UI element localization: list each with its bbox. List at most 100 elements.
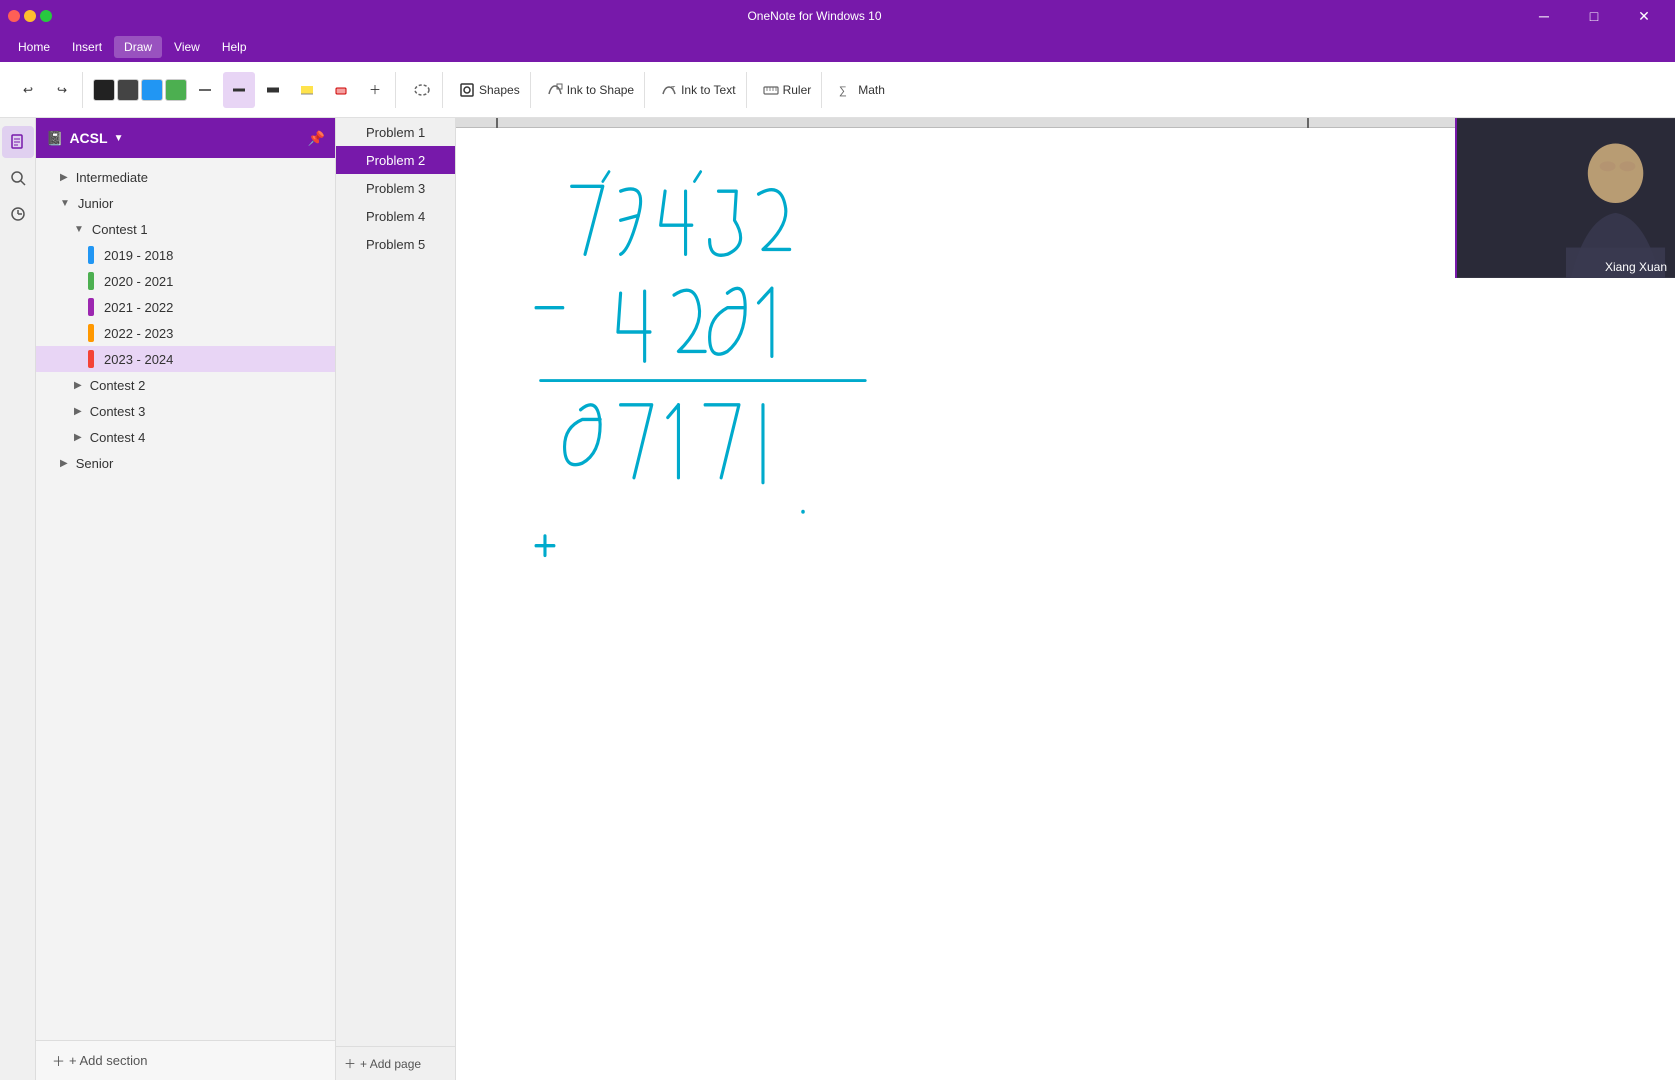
webcam-overlay: Xiang Xuan bbox=[1455, 118, 1675, 278]
section-junior[interactable]: ▼ Junior bbox=[36, 190, 336, 216]
page-label: Problem 4 bbox=[366, 209, 425, 224]
ruler-handle-left[interactable] bbox=[496, 118, 498, 128]
add-page-icon: ＋ bbox=[344, 1055, 356, 1072]
highlighter-button[interactable] bbox=[291, 72, 323, 108]
sidebar-icon-recent[interactable] bbox=[2, 198, 34, 230]
ink-to-shape-button[interactable]: Ink to Shape bbox=[541, 72, 640, 108]
color-swatch-green[interactable] bbox=[165, 79, 187, 101]
color-swatch-blue[interactable] bbox=[141, 79, 163, 101]
search-icon bbox=[9, 169, 27, 187]
toolbar-undo-group: ↩ ↪ bbox=[8, 72, 83, 108]
pen-thick-button[interactable] bbox=[257, 72, 289, 108]
menu-help[interactable]: Help bbox=[212, 36, 257, 58]
sidebar-pin-icon[interactable]: 📌 bbox=[308, 130, 325, 147]
ruler-button[interactable]: Ruler bbox=[757, 72, 818, 108]
year-label: 2023 - 2024 bbox=[104, 352, 173, 367]
undo-button[interactable]: ↩ bbox=[12, 72, 44, 108]
pen-medium-button[interactable] bbox=[223, 72, 255, 108]
year-2020[interactable]: 2020 - 2021 bbox=[36, 268, 336, 294]
section-contest3[interactable]: ▶ Contest 3 bbox=[36, 398, 336, 424]
note-canvas[interactable]: Xiang Xuan bbox=[456, 118, 1675, 1080]
pen-thick-icon bbox=[263, 80, 283, 100]
color-swatch-dark[interactable] bbox=[117, 79, 139, 101]
math-button[interactable]: ∑ Math bbox=[832, 72, 891, 108]
page-label: Problem 2 bbox=[366, 153, 425, 168]
redo-icon: ↪ bbox=[57, 83, 67, 97]
menu-home[interactable]: Home bbox=[8, 36, 60, 58]
window-title: OneNote for Windows 10 bbox=[108, 9, 1521, 23]
menu-insert[interactable]: Insert bbox=[62, 36, 112, 58]
add-page-button[interactable]: ＋ + Add page bbox=[336, 1046, 455, 1080]
add-page-label: + Add page bbox=[360, 1057, 421, 1071]
ink-to-shape-label: Ink to Shape bbox=[567, 83, 634, 97]
section-contest1[interactable]: ▼ Contest 1 bbox=[36, 216, 336, 242]
page-problem1[interactable]: Problem 1 bbox=[336, 118, 455, 146]
section-contest4-label: Contest 4 bbox=[90, 430, 146, 445]
ink-to-text-icon: T bbox=[661, 82, 677, 98]
arrow-icon: ▶ bbox=[60, 458, 68, 469]
page-label: Problem 5 bbox=[366, 237, 425, 252]
redo-button[interactable]: ↪ bbox=[46, 72, 78, 108]
year-color-bar bbox=[88, 324, 94, 342]
arrow-icon: ▶ bbox=[60, 172, 68, 183]
section-contest2[interactable]: ▶ Contest 2 bbox=[36, 372, 336, 398]
toolbar-pen-group: ＋ bbox=[89, 72, 396, 108]
close-button[interactable]: ✕ bbox=[1621, 0, 1667, 32]
notebook-icon: 📓 bbox=[46, 130, 63, 147]
year-2023[interactable]: 2023 - 2024 bbox=[36, 346, 336, 372]
eraser-button[interactable] bbox=[325, 72, 357, 108]
pages-icon bbox=[9, 133, 27, 151]
menu-bar: Home Insert Draw View Help bbox=[0, 32, 1675, 62]
recent-icon bbox=[9, 205, 27, 223]
section-junior-label: Junior bbox=[78, 196, 113, 211]
page-problem5[interactable]: Problem 5 bbox=[336, 230, 455, 258]
add-section-icon: ＋ bbox=[52, 1051, 65, 1070]
eraser-icon bbox=[331, 80, 351, 100]
sidebar-icon-pages[interactable] bbox=[2, 126, 34, 158]
pages-panel: ▶ Intermediate ▼ Junior ▼ Contest 1 2019… bbox=[36, 158, 336, 1040]
year-label: 2021 - 2022 bbox=[104, 300, 173, 315]
section-contest4[interactable]: ▶ Contest 4 bbox=[36, 424, 336, 450]
maximize-button[interactable]: □ bbox=[1571, 0, 1617, 32]
page-problem2[interactable]: Problem 2 bbox=[336, 146, 455, 174]
toolbar-shapes-group: Shapes bbox=[449, 72, 531, 108]
ruler-handle-mid[interactable] bbox=[1307, 118, 1309, 128]
webcam-person-svg bbox=[1457, 118, 1675, 278]
section-senior[interactable]: ▶ Senior bbox=[36, 450, 336, 476]
arrow-icon: ▼ bbox=[74, 224, 84, 235]
plus-icon: ＋ bbox=[369, 81, 381, 98]
notebook-name: ACSL bbox=[69, 130, 107, 146]
shapes-icon bbox=[459, 82, 475, 98]
add-button[interactable]: ＋ bbox=[359, 72, 391, 108]
page-problem3[interactable]: Problem 3 bbox=[336, 174, 455, 202]
webcam-person-name: Xiang Xuan bbox=[1605, 260, 1667, 274]
minimize-button[interactable]: ─ bbox=[1521, 0, 1567, 32]
ink-to-text-button[interactable]: T Ink to Text bbox=[655, 72, 741, 108]
page-problem4[interactable]: Problem 4 bbox=[336, 202, 455, 230]
arrow-icon: ▶ bbox=[74, 380, 82, 391]
sidebar-icon-search[interactable] bbox=[2, 162, 34, 194]
menu-view[interactable]: View bbox=[164, 36, 210, 58]
year-label: 2022 - 2023 bbox=[104, 326, 173, 341]
pen-thin-button[interactable] bbox=[189, 72, 221, 108]
year-2022[interactable]: 2022 - 2023 bbox=[36, 320, 336, 346]
menu-draw[interactable]: Draw bbox=[114, 36, 162, 58]
section-intermediate[interactable]: ▶ Intermediate bbox=[36, 164, 336, 190]
sidebar-footer: ＋ + Add section bbox=[36, 1040, 335, 1080]
color-swatch-black[interactable] bbox=[93, 79, 115, 101]
notebook-header[interactable]: 📓 ACSL ▼ 📌 bbox=[36, 118, 335, 158]
year-2018[interactable]: 2019 - 2018 bbox=[36, 242, 336, 268]
page-label: Problem 1 bbox=[366, 125, 425, 140]
arrow-icon: ▶ bbox=[74, 406, 82, 417]
add-section-button[interactable]: ＋ + Add section bbox=[52, 1051, 147, 1070]
toolbar-ruler-group: Ruler bbox=[753, 72, 823, 108]
shapes-button[interactable]: Shapes bbox=[453, 72, 526, 108]
webcam-view bbox=[1457, 118, 1675, 278]
year-color-bar bbox=[88, 298, 94, 316]
pen-medium-icon bbox=[229, 80, 249, 100]
year-color-bar bbox=[88, 272, 94, 290]
lasso-button[interactable] bbox=[406, 72, 438, 108]
shapes-label: Shapes bbox=[479, 83, 520, 97]
year-color-bar bbox=[88, 246, 94, 264]
year-2021[interactable]: 2021 - 2022 bbox=[36, 294, 336, 320]
